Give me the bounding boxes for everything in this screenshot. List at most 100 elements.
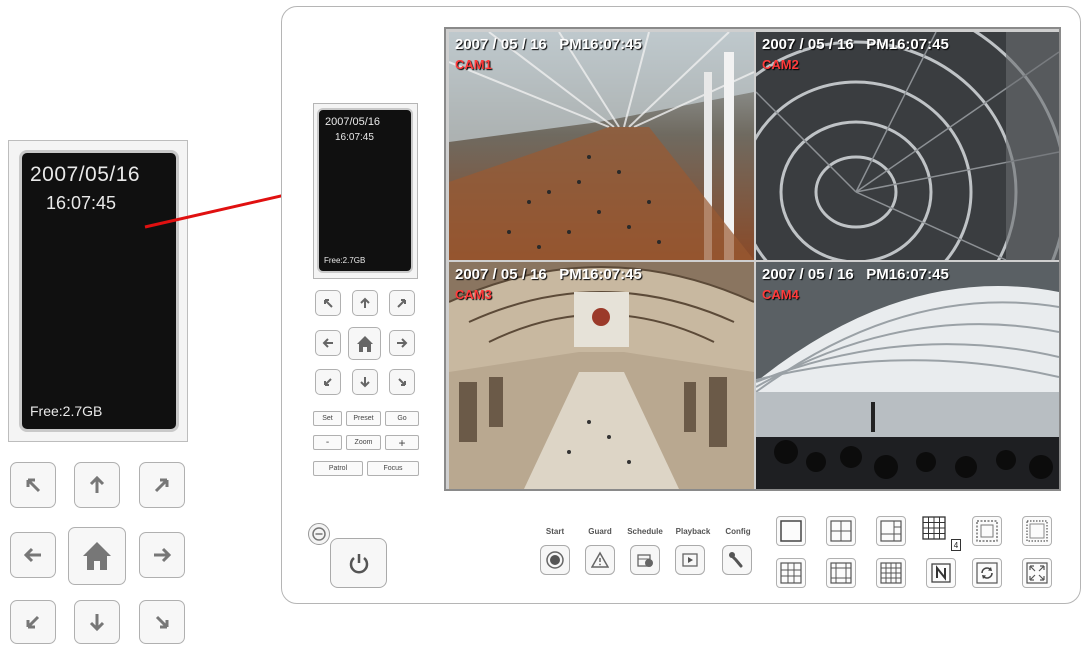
callout-left-button[interactable] [10,532,56,578]
camera-feed-1-image [449,32,754,260]
layout-frame-button[interactable] [1022,516,1052,546]
ptz-up-right-button[interactable] [389,290,415,316]
arrow-up-left-icon [26,478,41,493]
record-icon [546,551,564,569]
layout-6-button[interactable] [876,516,906,546]
ptz-home-button[interactable] [348,327,381,360]
arrow-up-right-icon [397,299,406,308]
layout-border-button[interactable] [972,516,1002,546]
ptz-up-left-button[interactable] [315,290,341,316]
ptz-preset-button[interactable]: Preset [346,411,381,426]
guard-label: Guard [588,527,612,536]
layout-16-grid-button[interactable] [876,558,906,588]
callout-up-right-button[interactable] [139,462,185,508]
layout-13-button[interactable] [826,558,856,588]
camera-1-name: CAM1 [455,57,492,72]
camera-tile-4[interactable]: 2007 / 05 / 16 PM16:07:45 CAM4 [756,262,1059,489]
arrow-up-icon [360,297,370,308]
layout-4-icon [830,520,852,542]
arrow-up-icon [89,475,105,493]
layout-quad-button[interactable] [826,516,856,546]
ptz-down-left-button[interactable] [315,369,341,395]
lcd-free-space: Free:2.7GB [324,256,366,265]
camera-quad-view: 2007 / 05 / 16 PM16:07:45 CAM1 2007 / 05… [444,27,1061,491]
power-button[interactable] [330,538,387,588]
playback-button[interactable] [675,545,705,575]
patrol-button[interactable]: Patrol [313,461,363,476]
camera-tile-1[interactable]: 2007 / 05 / 16 PM16:07:45 CAM1 [449,32,754,260]
zoom-out-button[interactable]: - [313,435,342,450]
layout-grid-icon [880,562,902,584]
layout-16-icon [922,516,946,540]
ptz-right-button[interactable] [389,330,415,356]
playback-label: Playback [675,527,711,536]
focus-button[interactable]: Focus [367,461,419,476]
zoom-in-button[interactable]: + [385,435,419,450]
arrow-down-left-icon [324,378,332,386]
ptz-up-button[interactable] [352,290,378,316]
arrow-up-right-icon [154,478,169,493]
camera-3-name: CAM3 [455,287,492,302]
ptz-set-button[interactable]: Set [313,411,342,426]
arrow-right-icon [397,338,408,348]
play-icon [682,553,698,567]
power-icon [349,554,368,574]
callout-down-button[interactable] [74,600,120,644]
arrow-right-icon [154,547,172,563]
schedule-label: Schedule [627,527,663,536]
fullscreen-icon [1026,562,1048,584]
camera-tile-3[interactable]: 2007 / 05 / 16 PM16:07:45 CAM3 [449,262,754,489]
arrow-down-right-icon [398,378,406,386]
camera-4-name: CAM4 [762,287,799,302]
camera-tile-2[interactable]: 2007 / 05 / 16 PM16:07:45 CAM2 [756,32,1059,260]
layout-frame-icon [1026,520,1048,542]
callout-down-right-button[interactable] [139,600,185,644]
camera-4-timestamp: 2007 / 05 / 16 PM16:07:45 [762,266,949,283]
callout-home-button[interactable] [68,527,126,585]
arrow-left-icon [322,338,333,348]
callout-right-button[interactable] [139,532,185,578]
camera-feed-3-image [449,262,754,489]
camera-1-timestamp: 2007 / 05 / 16 PM16:07:45 [455,36,642,53]
minimize-button[interactable] [308,523,330,545]
minus-circle-icon [312,527,326,541]
layout-16-button[interactable] [922,516,952,546]
callout-down-left-button[interactable] [10,600,56,644]
lcd-date: 2007/05/16 [325,116,381,128]
letter-n-icon [931,563,951,583]
layout-single-button[interactable] [776,516,806,546]
ptz-down-button[interactable] [352,369,378,395]
callout-up-button[interactable] [74,462,120,508]
lcd-display: 2007/05/16 16:07:45 Free:2.7GB [317,108,413,273]
layout-n-button[interactable] [926,558,956,588]
ptz-go-button[interactable]: Go [385,411,419,426]
layout-border-icon [976,520,998,542]
config-label: Config [725,527,751,536]
camera-feed-2-image [756,32,1059,260]
zoom-label: Zoom [346,435,381,450]
camera-2-timestamp: 2007 / 05 / 16 PM16:07:45 [762,36,949,53]
layout-sequence-button[interactable] [972,558,1002,588]
arrow-left-icon [23,547,41,563]
ptz-left-button[interactable] [315,330,341,356]
layout-1-icon [780,520,802,542]
guard-button[interactable] [585,545,615,575]
camera-3-timestamp: 2007 / 05 / 16 PM16:07:45 [455,266,642,283]
fullscreen-button[interactable] [1022,558,1052,588]
start-button[interactable] [540,545,570,575]
layout-9-button[interactable] [776,558,806,588]
layout-13-icon [830,562,852,584]
warning-icon [591,551,609,568]
arrow-down-left-icon [26,615,40,629]
home-icon [356,335,373,352]
callout-up-left-button[interactable] [10,462,56,508]
arrow-down-right-icon [155,615,169,629]
wrench-icon [729,552,743,568]
config-button[interactable] [722,545,752,575]
arrow-up-left-icon [324,299,333,308]
schedule-button[interactable] [630,545,660,575]
start-label: Start [545,527,565,536]
lcd-time: 16:07:45 [335,132,374,143]
ptz-down-right-button[interactable] [389,369,415,395]
arrow-down-icon [89,614,105,632]
